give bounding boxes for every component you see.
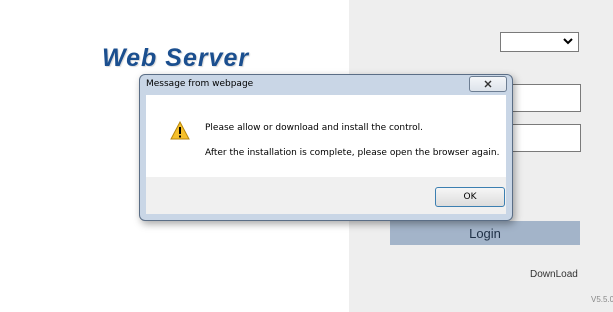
warning-icon	[170, 121, 190, 140]
dialog-close-button[interactable]	[469, 76, 507, 92]
login-button-label: Login	[469, 225, 501, 241]
login-button[interactable]: Login	[390, 221, 580, 245]
language-select[interactable]	[500, 32, 579, 52]
chevron-down-icon	[563, 38, 573, 45]
ok-button-label: OK	[463, 192, 477, 202]
dialog-body: Please allow or download and install the…	[146, 95, 506, 177]
message-dialog: Message from webpage Please allow or dow…	[139, 74, 513, 221]
dialog-message-line1: Please allow or download and install the…	[205, 123, 424, 133]
dialog-footer: OK	[146, 177, 506, 214]
app-logo: Web Server	[102, 44, 250, 72]
download-link[interactable]: DownLoad	[530, 269, 578, 280]
version-label: V5.5.0	[591, 295, 613, 304]
ok-button[interactable]: OK	[435, 187, 505, 207]
dialog-message-line2: After the installation is complete, plea…	[205, 148, 500, 158]
dialog-title: Message from webpage	[146, 79, 254, 89]
close-icon	[484, 80, 492, 88]
